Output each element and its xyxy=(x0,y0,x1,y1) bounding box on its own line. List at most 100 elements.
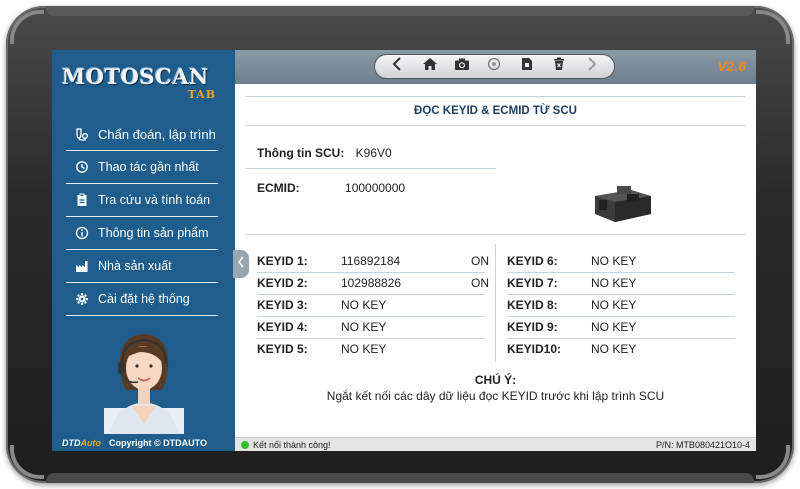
key-row: KEYID 7: NO KEY xyxy=(507,272,719,294)
record-icon xyxy=(487,57,501,76)
main-content: ĐỌC KEYID & ECMID TỪ SCU Thông tin SCU: … xyxy=(235,84,756,437)
status-dot-icon xyxy=(241,440,249,449)
key-label: KEYID 6: xyxy=(507,254,558,268)
toolbar xyxy=(374,54,615,79)
corner-guard xyxy=(10,10,44,44)
key-label: KEYID 3: xyxy=(257,298,308,312)
delete-icon xyxy=(552,57,566,76)
sidebar-item-label: Nhà sản xuất xyxy=(98,259,172,273)
part-number: P/N: MTB080421O10-4 xyxy=(655,439,750,450)
key-value: NO KEY xyxy=(591,342,637,356)
connection-status: Kết nối thành công! xyxy=(241,440,331,450)
key-value: NO KEY xyxy=(591,254,637,268)
clipboard-icon xyxy=(74,193,90,207)
sidebar-nav: Chẩn đoán, lập trình Thao tác gần nhất T… xyxy=(66,118,218,316)
key-status: ON xyxy=(471,254,489,268)
sidebar-collapse-button[interactable] xyxy=(233,250,249,278)
divider xyxy=(246,168,496,169)
history-icon xyxy=(74,160,90,174)
tablet-frame: MOTOSCAN TAB Chẩn đoán, lập trình Thao t… xyxy=(6,6,794,483)
key-row: KEYID 3: NO KEY xyxy=(257,294,469,316)
footer-logo-a: DTD xyxy=(62,438,81,448)
app-logo: MOTOSCAN TAB xyxy=(62,64,222,104)
sidebar-item-settings[interactable]: Cài đặt hệ thống xyxy=(66,283,218,316)
scu-device-image xyxy=(591,180,655,224)
key-label: KEYID 9: xyxy=(507,320,558,334)
sidebar-item-diagnostics[interactable]: Chẩn đoán, lập trình xyxy=(66,118,218,151)
key-label: KEYID 4: xyxy=(257,320,308,334)
factory-icon xyxy=(74,259,90,273)
key-row: KEYID10: NO KEY xyxy=(507,338,719,360)
key-row: KEYID 2: 102988826 ON xyxy=(257,272,489,294)
sidebar-footer: DTDAuto Copyright © DTDAUTO xyxy=(52,435,235,451)
key-value: NO KEY xyxy=(341,320,387,334)
corner-guard xyxy=(756,10,790,44)
logo-sub-text: TAB xyxy=(187,88,216,101)
version-label: V2.6 xyxy=(717,58,746,74)
dtdauto-logo: DTDAuto xyxy=(62,438,101,448)
key-row: KEYID 9: NO KEY xyxy=(507,316,719,338)
home-button[interactable] xyxy=(419,57,441,77)
key-value: 116892184 xyxy=(341,254,401,268)
screen: MOTOSCAN TAB Chẩn đoán, lập trình Thao t… xyxy=(52,50,756,451)
scu-info-row: Thông tin SCU: K96V0 xyxy=(257,146,392,160)
sidebar-item-label: Cài đặt hệ thống xyxy=(98,292,190,306)
page-title: ĐỌC KEYID & ECMID TỪ SCU xyxy=(414,105,577,117)
forward-icon xyxy=(586,57,598,76)
status-bar: Kết nối thành công! P/N: MTB080421O10-4 xyxy=(235,437,756,451)
key-value: NO KEY xyxy=(341,298,387,312)
key-label: KEYID 2: xyxy=(257,276,308,290)
delete-button[interactable] xyxy=(548,57,570,77)
diagnostic-icon xyxy=(74,127,90,141)
chevron-left-icon xyxy=(237,255,245,273)
key-value: NO KEY xyxy=(341,342,387,356)
bumper-top xyxy=(46,6,754,16)
forward-button[interactable] xyxy=(581,57,603,77)
sidebar-item-lookup[interactable]: Tra cứu và tính toán xyxy=(66,184,218,217)
file-button[interactable] xyxy=(516,57,538,77)
back-button[interactable] xyxy=(386,57,408,77)
key-row: KEYID 4: NO KEY xyxy=(257,316,469,338)
note-title: CHÚ Ý: xyxy=(474,373,517,387)
ecmid-value: 100000000 xyxy=(345,181,406,195)
key-value: 102988826 xyxy=(341,276,402,290)
sidebar-item-product-info[interactable]: Thông tin sản phẩm xyxy=(66,217,218,250)
divider xyxy=(246,234,745,235)
camera-icon xyxy=(454,57,470,76)
scu-label: Thông tin SCU: xyxy=(257,146,345,160)
ecmid-label: ECMID: xyxy=(257,181,300,195)
sidebar-item-manufacturer[interactable]: Nhà sản xuất xyxy=(66,250,218,283)
key-label: KEYID 8: xyxy=(507,298,558,312)
screenshot-button[interactable] xyxy=(451,57,473,77)
bumper-bottom xyxy=(46,473,754,483)
page-title-bar: ĐỌC KEYID & ECMID TỪ SCU xyxy=(246,96,745,126)
key-row: KEYID 1: 116892184 ON xyxy=(257,250,489,272)
sidebar: MOTOSCAN TAB Chẩn đoán, lập trình Thao t… xyxy=(52,50,235,451)
gear-icon xyxy=(74,292,90,306)
scu-value: K96V0 xyxy=(355,146,392,160)
logo-main-text: MOTOSCAN xyxy=(62,64,209,89)
sidebar-item-label: Chẩn đoán, lập trình xyxy=(98,126,216,142)
top-bar: V2.6 xyxy=(235,50,756,84)
column-divider xyxy=(495,244,496,362)
connection-text: Kết nối thành công! xyxy=(253,439,331,450)
corner-guard xyxy=(756,445,790,479)
key-row: KEYID 8: NO KEY xyxy=(507,294,719,316)
info-icon xyxy=(74,226,90,240)
key-value: NO KEY xyxy=(591,298,637,312)
sidebar-item-label: Tra cứu và tính toán xyxy=(98,193,211,207)
corner-guard xyxy=(10,445,44,479)
file-icon xyxy=(520,57,534,76)
sidebar-item-label: Thao tác gần nhất xyxy=(98,160,199,174)
back-icon xyxy=(391,57,403,76)
key-value: NO KEY xyxy=(591,320,637,334)
sidebar-item-label: Thông tin sản phẩm xyxy=(98,226,209,240)
key-value: NO KEY xyxy=(591,276,637,290)
key-label: KEYID10: xyxy=(507,342,562,356)
home-icon xyxy=(422,57,438,76)
key-label: KEYID 1: xyxy=(257,254,308,268)
record-button[interactable] xyxy=(483,57,505,77)
sidebar-item-recent[interactable]: Thao tác gần nhất xyxy=(66,151,218,184)
key-label: KEYID 5: xyxy=(257,342,308,356)
footer-logo-b: Auto xyxy=(80,438,102,448)
